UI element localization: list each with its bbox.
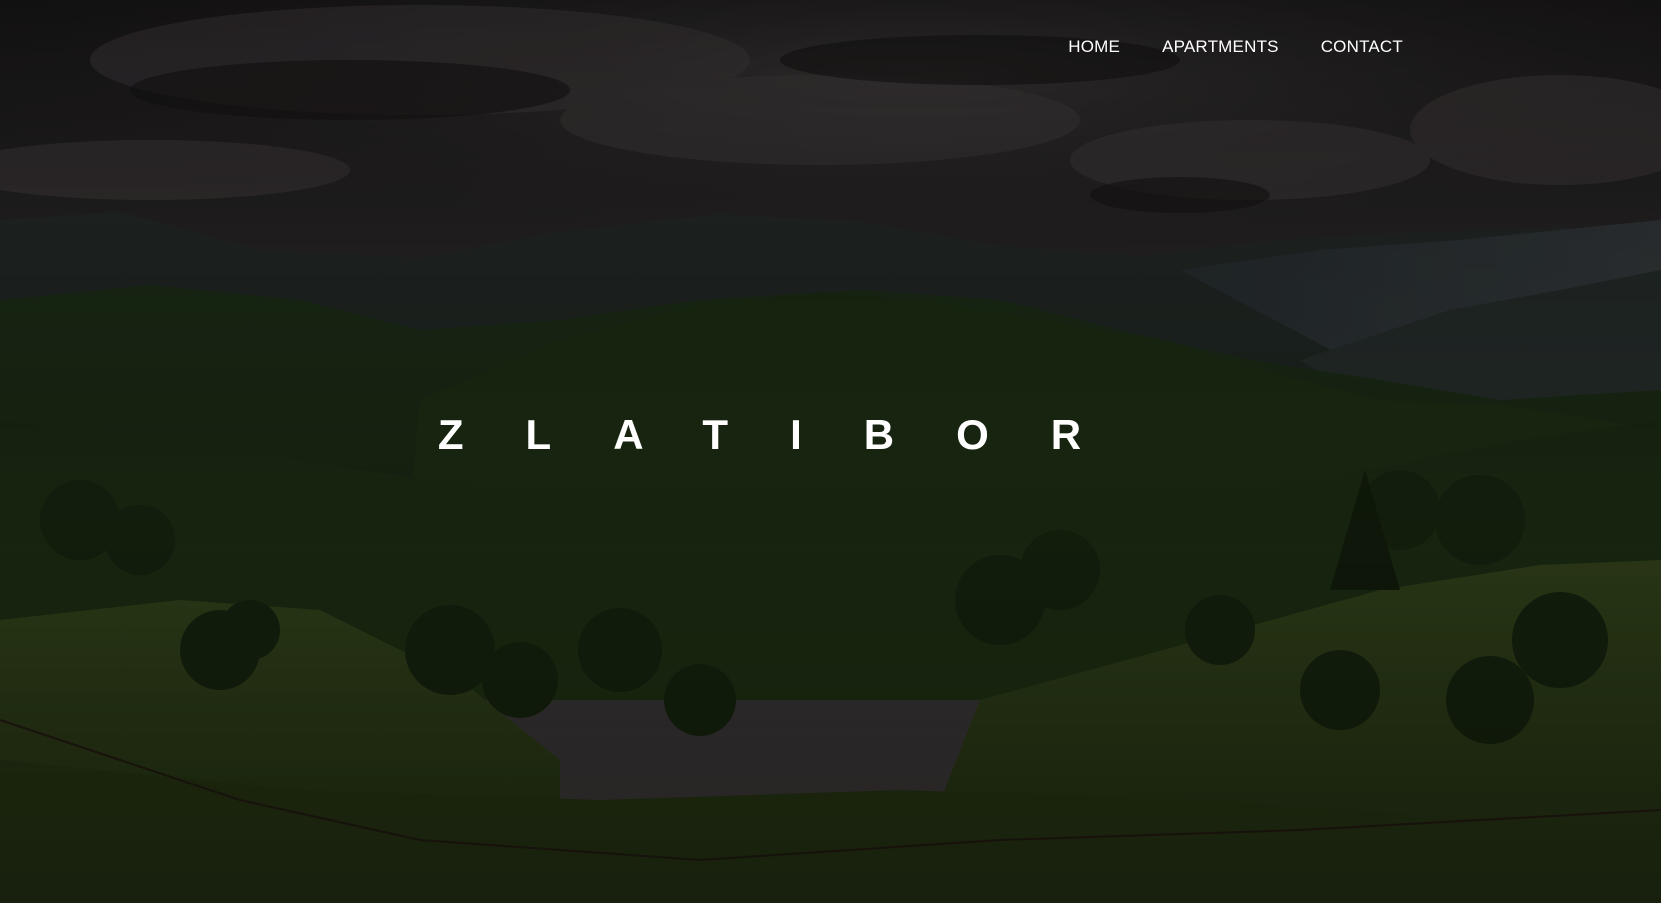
hero-title-text: ZLATIBOR (437, 411, 1144, 458)
hero-section: HOME APARTMENTS CONTACT ZLATIBOR (0, 0, 1661, 903)
nav-list: HOME APARTMENTS CONTACT (1068, 37, 1403, 57)
hero-title: ZLATIBOR (0, 410, 1621, 460)
nav-link-home[interactable]: HOME (1068, 37, 1120, 56)
nav-item-contact: CONTACT (1321, 37, 1403, 57)
nav-link-apartments[interactable]: APARTMENTS (1162, 37, 1279, 56)
nav-item-apartments: APARTMENTS (1162, 37, 1279, 57)
nav-link-contact[interactable]: CONTACT (1321, 37, 1403, 56)
main-navigation: HOME APARTMENTS CONTACT (0, 0, 1661, 100)
nav-item-home: HOME (1068, 37, 1120, 57)
